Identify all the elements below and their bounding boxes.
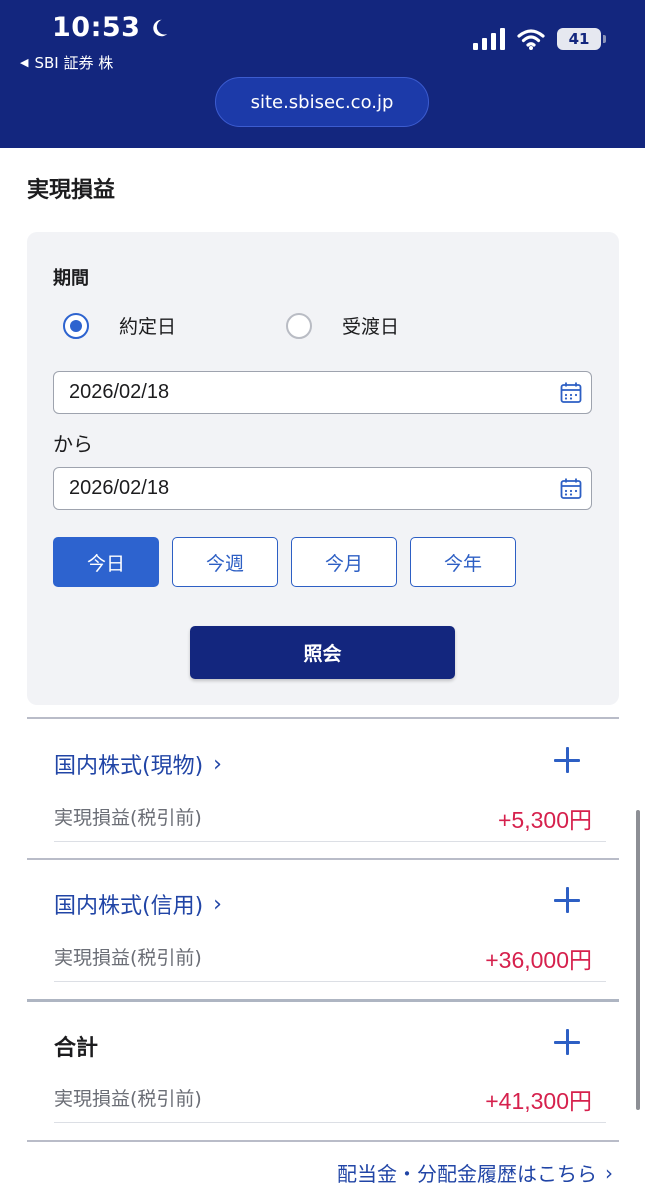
row-value: +5,300円: [498, 807, 592, 833]
plus-icon[interactable]: [554, 887, 582, 915]
row-divider: [54, 981, 606, 982]
date-from-field[interactable]: 2026/02/18: [53, 371, 592, 414]
moon-icon: [153, 19, 168, 36]
divider: [27, 858, 619, 860]
time-text: 10:53: [52, 12, 141, 43]
battery-level: 41: [568, 30, 590, 48]
category-domestic-cash[interactable]: 国内株式(現物) ›: [54, 748, 222, 780]
row-divider: [54, 1122, 606, 1123]
date-to-value: 2026/02/18: [69, 477, 170, 499]
wifi-icon: [517, 29, 545, 50]
category-label: 国内株式(信用): [54, 894, 204, 919]
radio-unselected-icon: [286, 312, 312, 339]
quick-today-button[interactable]: 今日: [53, 537, 159, 587]
browser-header: 10:53 ◀ SBI 証券 株 41 site.sbisec.co.jp: [0, 0, 645, 148]
radio-trade-date-label: 約定日: [119, 316, 177, 338]
back-triangle-icon: ◀: [20, 56, 29, 69]
dividend-history-label: 配当金・分配金履歴はこちら: [337, 1162, 597, 1186]
radio-settlement-date[interactable]: 受渡日: [286, 312, 399, 339]
quick-this-month-button[interactable]: 今月: [291, 537, 397, 587]
category-label: 合計: [54, 1036, 99, 1061]
back-to-app[interactable]: ◀ SBI 証券 株: [20, 52, 113, 73]
radio-settlement-date-label: 受渡日: [342, 316, 400, 338]
filter-panel: 期間 約定日 受渡日 2026/02/18 から 2026/02/18 今日 今…: [27, 232, 619, 705]
date-to-field[interactable]: 2026/02/18: [53, 467, 592, 510]
row-value: +41,300円: [485, 1088, 592, 1114]
inquiry-button[interactable]: 照会: [190, 626, 455, 679]
plus-icon[interactable]: [554, 747, 582, 775]
range-connector: から: [53, 432, 93, 456]
quick-this-year-button[interactable]: 今年: [410, 537, 516, 587]
status-indicators: 41: [473, 28, 606, 50]
plus-icon[interactable]: [554, 1029, 582, 1057]
status-time: 10:53: [52, 12, 170, 43]
category-total: 合計: [54, 1030, 98, 1062]
dividend-history-link[interactable]: 配当金・分配金履歴はこちら ›: [337, 1158, 613, 1187]
divider: [27, 999, 619, 1002]
signal-icon: [473, 28, 505, 50]
back-app-label: SBI 証券 株: [34, 54, 114, 72]
chevron-right-icon: ›: [213, 891, 222, 917]
scrollbar[interactable]: [636, 810, 640, 1110]
quick-this-week-button[interactable]: 今週: [172, 537, 278, 587]
chevron-right-icon: ›: [213, 751, 222, 777]
row-label: 実現損益(税引前): [54, 1088, 202, 1110]
calendar-icon[interactable]: [560, 478, 582, 500]
period-label: 期間: [53, 268, 89, 289]
row-divider: [54, 841, 606, 842]
radio-trade-date[interactable]: 約定日: [63, 312, 176, 339]
row-label: 実現損益(税引前): [54, 807, 202, 829]
category-label: 国内株式(現物): [54, 754, 204, 779]
category-domestic-margin[interactable]: 国内株式(信用) ›: [54, 888, 222, 920]
url-text: site.sbisec.co.jp: [250, 91, 394, 113]
divider: [27, 717, 619, 719]
row-value: +36,000円: [485, 947, 592, 973]
calendar-icon[interactable]: [560, 382, 582, 404]
battery-icon: 41: [557, 28, 606, 50]
chevron-right-icon: ›: [605, 1160, 613, 1185]
row-label: 実現損益(税引前): [54, 947, 202, 969]
radio-selected-icon: [63, 312, 89, 339]
url-bar[interactable]: site.sbisec.co.jp: [215, 77, 429, 127]
date-from-value: 2026/02/18: [69, 381, 170, 403]
divider: [27, 1140, 619, 1142]
page-title: 実現損益: [27, 178, 116, 203]
